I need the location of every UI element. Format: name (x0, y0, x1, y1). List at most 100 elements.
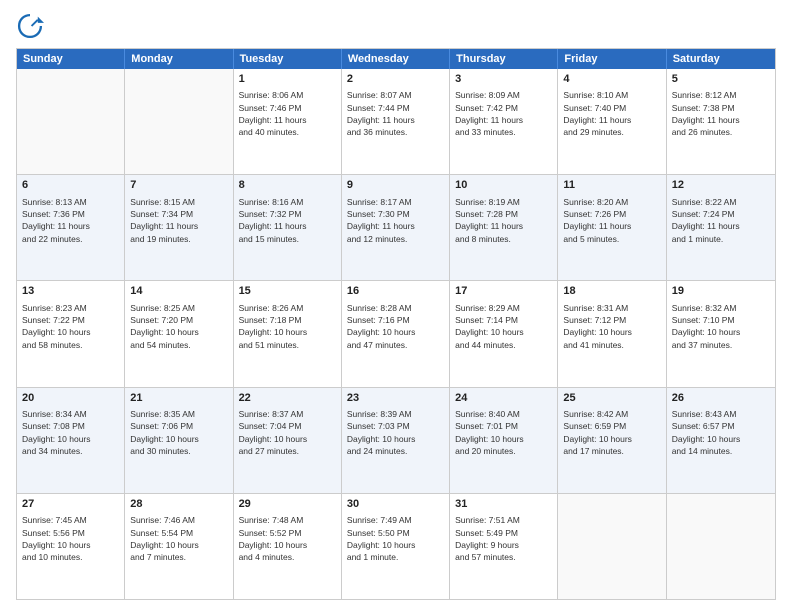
day-number: 12 (672, 178, 770, 193)
cell-content: Sunrise: 8:31 AMSunset: 7:12 PMDaylight:… (563, 302, 660, 351)
calendar-cell-12: 12Sunrise: 8:22 AMSunset: 7:24 PMDayligh… (667, 175, 775, 280)
cell-content: Sunrise: 8:35 AMSunset: 7:06 PMDaylight:… (130, 408, 227, 457)
day-number: 21 (130, 391, 227, 406)
header-day-monday: Monday (125, 49, 233, 69)
day-number: 6 (22, 178, 119, 193)
calendar-body: 1Sunrise: 8:06 AMSunset: 7:46 PMDaylight… (17, 69, 775, 599)
cell-content: Sunrise: 8:29 AMSunset: 7:14 PMDaylight:… (455, 302, 552, 351)
calendar-cell-25: 25Sunrise: 8:42 AMSunset: 6:59 PMDayligh… (558, 388, 666, 493)
cell-content: Sunrise: 8:17 AMSunset: 7:30 PMDaylight:… (347, 196, 444, 245)
cell-content: Sunrise: 8:15 AMSunset: 7:34 PMDaylight:… (130, 196, 227, 245)
cell-content: Sunrise: 8:13 AMSunset: 7:36 PMDaylight:… (22, 196, 119, 245)
calendar-cell-23: 23 Sunrise: 8:39 AMSunset: 7:03 PMDayligh… (342, 388, 450, 493)
calendar-row-4: 27Sunrise: 7:45 AMSunset: 5:56 PMDayligh… (17, 493, 775, 599)
header-day-tuesday: Tuesday (234, 49, 342, 69)
calendar-cell-18: 18 Sunrise: 8:31 AMSunset: 7:12 PMDayligh… (558, 281, 666, 386)
calendar-cell-20: 20 Sunrise: 8:34 AMSunset: 7:08 PMDayligh… (17, 388, 125, 493)
header-day-friday: Friday (558, 49, 666, 69)
header-day-wednesday: Wednesday (342, 49, 450, 69)
logo-icon (16, 12, 44, 40)
day-number: 31 (455, 497, 552, 512)
calendar-cell-17: 17 Sunrise: 8:29 AMSunset: 7:14 PMDayligh… (450, 281, 558, 386)
cell-content: Sunrise: 8:39 AMSunset: 7:03 PMDaylight:… (347, 408, 444, 457)
calendar-cell-21: 21 Sunrise: 8:35 AMSunset: 7:06 PMDayligh… (125, 388, 233, 493)
calendar-cell-8: 8 Sunrise: 8:16 AMSunset: 7:32 PMDaylight… (234, 175, 342, 280)
calendar: SundayMondayTuesdayWednesdayThursdayFrid… (16, 48, 776, 600)
day-number: 29 (239, 497, 336, 512)
day-number: 26 (672, 391, 770, 406)
day-number: 19 (672, 284, 770, 299)
day-number: 28 (130, 497, 227, 512)
calendar-cell-30: 30Sunrise: 7:49 AMSunset: 5:50 PMDayligh… (342, 494, 450, 599)
calendar-row-0: 1Sunrise: 8:06 AMSunset: 7:46 PMDaylight… (17, 69, 775, 174)
day-number: 16 (347, 284, 444, 299)
calendar-cell-4: 4Sunrise: 8:10 AMSunset: 7:40 PMDaylight… (558, 69, 666, 174)
calendar-cell-3: 3Sunrise: 8:09 AMSunset: 7:42 PMDaylight… (450, 69, 558, 174)
calendar-cell-19: 19Sunrise: 8:32 AMSunset: 7:10 PMDayligh… (667, 281, 775, 386)
calendar-cell-14: 14 Sunrise: 8:25 AMSunset: 7:20 PMDayligh… (125, 281, 233, 386)
cell-content: Sunrise: 7:49 AMSunset: 5:50 PMDaylight:… (347, 514, 444, 563)
day-number: 27 (22, 497, 119, 512)
calendar-cell-5: 5 Sunrise: 8:12 AMSunset: 7:38 PMDaylight… (667, 69, 775, 174)
cell-content: Sunrise: 8:43 AMSunset: 6:57 PMDaylight:… (672, 408, 770, 457)
day-number: 5 (672, 72, 770, 87)
calendar-cell-1: 1Sunrise: 8:06 AMSunset: 7:46 PMDaylight… (234, 69, 342, 174)
cell-content: Sunrise: 8:10 AMSunset: 7:40 PMDaylight:… (563, 89, 660, 138)
calendar-cell-16: 16 Sunrise: 8:28 AMSunset: 7:16 PMDayligh… (342, 281, 450, 386)
cell-content: Sunrise: 7:46 AMSunset: 5:54 PMDaylight:… (130, 514, 227, 563)
day-number: 25 (563, 391, 660, 406)
calendar-cell-24: 24 Sunrise: 8:40 AMSunset: 7:01 PMDayligh… (450, 388, 558, 493)
calendar-cell-31: 31 Sunrise: 7:51 AMSunset: 5:49 PMDayligh… (450, 494, 558, 599)
day-number: 22 (239, 391, 336, 406)
day-number: 23 (347, 391, 444, 406)
header-day-saturday: Saturday (667, 49, 775, 69)
calendar-cell-28: 28 Sunrise: 7:46 AMSunset: 5:54 PMDayligh… (125, 494, 233, 599)
calendar-cell-empty (667, 494, 775, 599)
cell-content: Sunrise: 8:09 AMSunset: 7:42 PMDaylight:… (455, 89, 552, 138)
calendar-cell-6: 6 Sunrise: 8:13 AMSunset: 7:36 PMDaylight… (17, 175, 125, 280)
calendar-header: SundayMondayTuesdayWednesdayThursdayFrid… (17, 49, 775, 69)
day-number: 24 (455, 391, 552, 406)
day-number: 2 (347, 72, 444, 87)
day-number: 7 (130, 178, 227, 193)
calendar-cell-2: 2 Sunrise: 8:07 AMSunset: 7:44 PMDaylight… (342, 69, 450, 174)
day-number: 10 (455, 178, 552, 193)
calendar-cell-11: 11 Sunrise: 8:20 AMSunset: 7:26 PMDayligh… (558, 175, 666, 280)
calendar-row-2: 13Sunrise: 8:23 AMSunset: 7:22 PMDayligh… (17, 280, 775, 386)
calendar-cell-9: 9 Sunrise: 8:17 AMSunset: 7:30 PMDaylight… (342, 175, 450, 280)
cell-content: Sunrise: 8:16 AMSunset: 7:32 PMDaylight:… (239, 196, 336, 245)
cell-content: Sunrise: 8:37 AMSunset: 7:04 PMDaylight:… (239, 408, 336, 457)
day-number: 8 (239, 178, 336, 193)
day-number: 20 (22, 391, 119, 406)
calendar-cell-15: 15Sunrise: 8:26 AMSunset: 7:18 PMDayligh… (234, 281, 342, 386)
cell-content: Sunrise: 8:26 AMSunset: 7:18 PMDaylight:… (239, 302, 336, 351)
cell-content: Sunrise: 8:12 AMSunset: 7:38 PMDaylight:… (672, 89, 770, 138)
day-number: 9 (347, 178, 444, 193)
cell-content: Sunrise: 7:51 AMSunset: 5:49 PMDaylight:… (455, 514, 552, 563)
cell-content: Sunrise: 8:34 AMSunset: 7:08 PMDaylight:… (22, 408, 119, 457)
day-number: 14 (130, 284, 227, 299)
cell-content: Sunrise: 8:06 AMSunset: 7:46 PMDaylight:… (239, 89, 336, 138)
calendar-cell-13: 13Sunrise: 8:23 AMSunset: 7:22 PMDayligh… (17, 281, 125, 386)
cell-content: Sunrise: 8:28 AMSunset: 7:16 PMDaylight:… (347, 302, 444, 351)
cell-content: Sunrise: 7:48 AMSunset: 5:52 PMDaylight:… (239, 514, 336, 563)
cell-content: Sunrise: 8:07 AMSunset: 7:44 PMDaylight:… (347, 89, 444, 138)
day-number: 17 (455, 284, 552, 299)
day-number: 18 (563, 284, 660, 299)
calendar-cell-empty (125, 69, 233, 174)
calendar-cell-7: 7 Sunrise: 8:15 AMSunset: 7:34 PMDaylight… (125, 175, 233, 280)
calendar-cell-22: 22 Sunrise: 8:37 AMSunset: 7:04 PMDayligh… (234, 388, 342, 493)
header (16, 12, 776, 40)
calendar-row-3: 20 Sunrise: 8:34 AMSunset: 7:08 PMDayligh… (17, 387, 775, 493)
day-number: 11 (563, 178, 660, 193)
cell-content: Sunrise: 8:40 AMSunset: 7:01 PMDaylight:… (455, 408, 552, 457)
calendar-cell-26: 26 Sunrise: 8:43 AMSunset: 6:57 PMDayligh… (667, 388, 775, 493)
cell-content: Sunrise: 8:20 AMSunset: 7:26 PMDaylight:… (563, 196, 660, 245)
cell-content: Sunrise: 8:25 AMSunset: 7:20 PMDaylight:… (130, 302, 227, 351)
calendar-cell-10: 10 Sunrise: 8:19 AMSunset: 7:28 PMDayligh… (450, 175, 558, 280)
cell-content: Sunrise: 8:19 AMSunset: 7:28 PMDaylight:… (455, 196, 552, 245)
day-number: 13 (22, 284, 119, 299)
page: SundayMondayTuesdayWednesdayThursdayFrid… (0, 0, 792, 612)
calendar-row-1: 6 Sunrise: 8:13 AMSunset: 7:36 PMDaylight… (17, 174, 775, 280)
calendar-cell-empty (17, 69, 125, 174)
